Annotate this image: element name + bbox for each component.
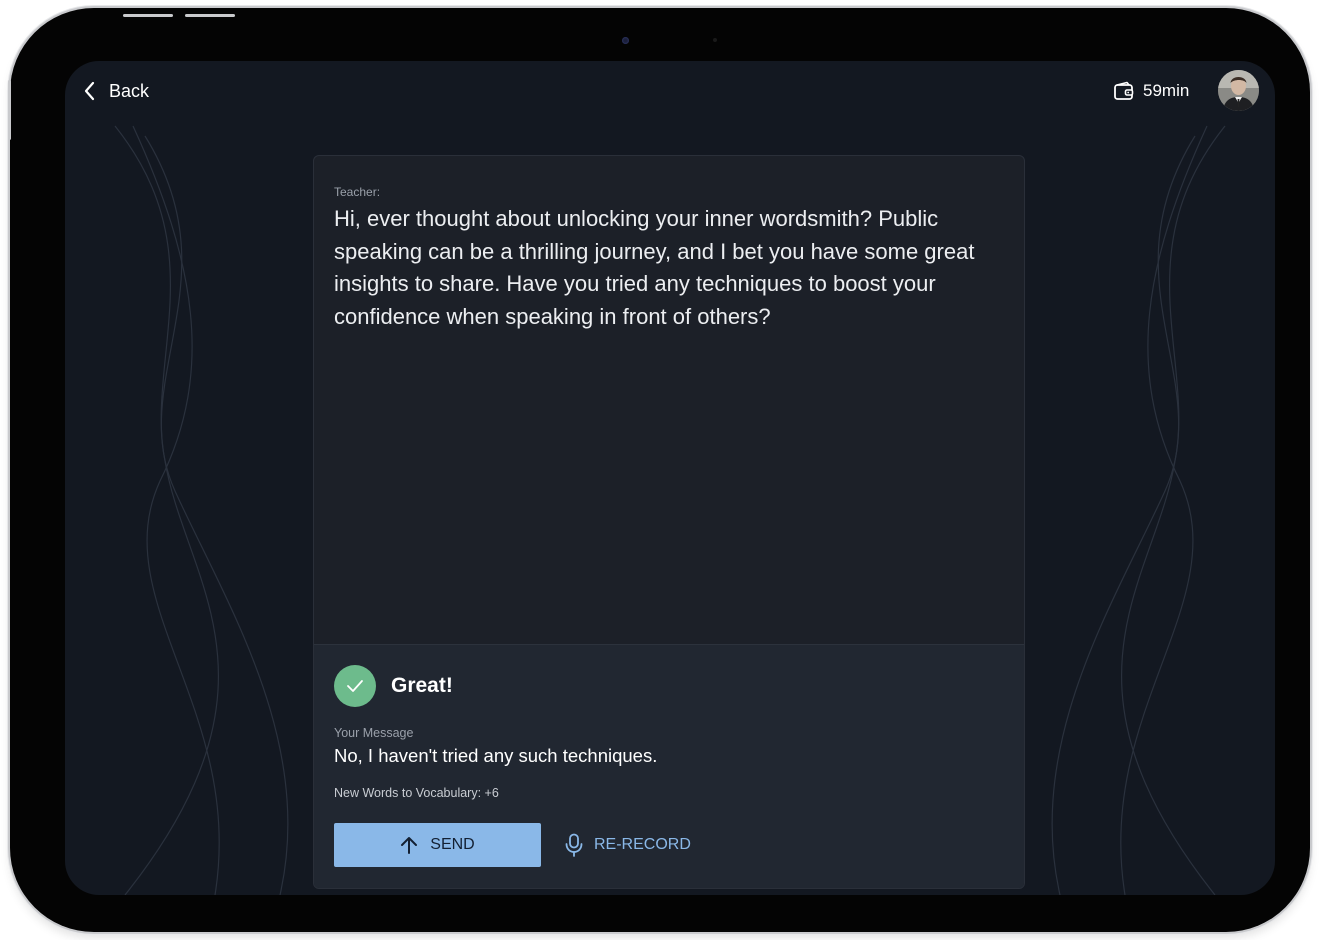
feedback-panel: Great! Your Message No, I haven't tried …	[314, 644, 1024, 888]
microphone-icon	[565, 833, 583, 857]
conversation-card: Teacher: Hi, ever thought about unlockin…	[313, 155, 1025, 889]
hardware-button	[123, 14, 173, 17]
teacher-label: Teacher:	[334, 185, 381, 199]
tablet-frame: Back 59min Teacher: Hi, ever thought abo…	[10, 8, 1310, 932]
send-button[interactable]: SEND	[334, 823, 541, 867]
teacher-message: Hi, ever thought about unlocking your in…	[334, 206, 975, 329]
checkmark-icon	[347, 680, 363, 692]
chevron-left-icon	[84, 81, 95, 101]
hardware-button	[185, 14, 235, 17]
your-message-label: Your Message	[334, 726, 414, 740]
rerecord-label: RE-RECORD	[594, 836, 691, 853]
back-label: Back	[109, 80, 150, 101]
your-message: No, I haven't tried any such techniques.	[334, 745, 658, 766]
arrow-up-icon	[401, 837, 418, 854]
wallet-icon	[1114, 81, 1134, 100]
app-screen: Back 59min Teacher: Hi, ever thought abo…	[65, 61, 1275, 895]
time-remaining-value: 59min	[1143, 81, 1190, 100]
front-camera	[622, 37, 629, 44]
light-sensor	[713, 38, 717, 42]
side-button	[8, 80, 11, 140]
send-label: SEND	[430, 836, 475, 853]
feedback-status: Great!	[391, 674, 453, 697]
time-remaining: 59min	[1113, 79, 1189, 103]
avatar-image	[1218, 70, 1259, 111]
rerecord-button[interactable]: RE-RECORD	[564, 823, 691, 867]
success-badge	[334, 665, 376, 707]
user-avatar[interactable]	[1218, 70, 1259, 111]
vocabulary-note: New Words to Vocabulary: +6	[334, 786, 499, 800]
teacher-message-panel: Teacher: Hi, ever thought about unlockin…	[314, 156, 1024, 643]
back-button[interactable]: Back	[83, 79, 149, 103]
